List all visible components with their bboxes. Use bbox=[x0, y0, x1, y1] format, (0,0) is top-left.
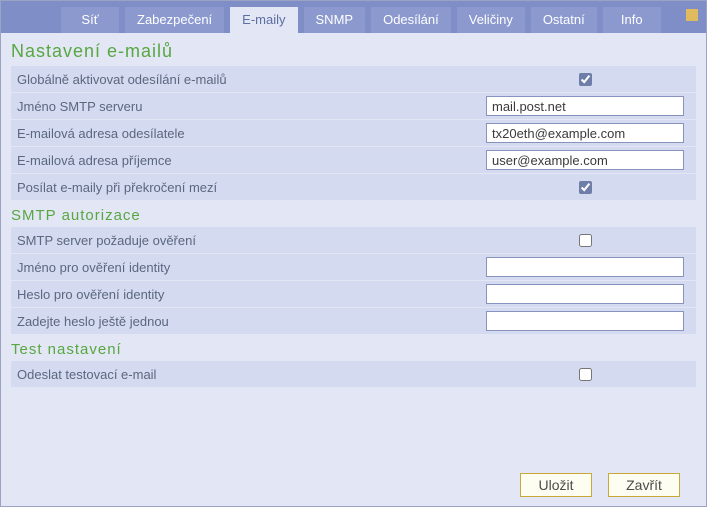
form-label: Globálně aktivovat odesílání e-mailů bbox=[17, 72, 480, 87]
form-control bbox=[480, 178, 690, 197]
checkbox-input[interactable] bbox=[579, 181, 592, 194]
tab-e-maily[interactable]: E-maily bbox=[230, 7, 297, 33]
form-row: Jméno pro ověření identity bbox=[11, 254, 696, 281]
tab-zabezpe-en-[interactable]: Zabezpečení bbox=[125, 7, 224, 33]
tab-veli-iny[interactable]: Veličiny bbox=[457, 7, 525, 33]
tab-s-[interactable]: Síť bbox=[61, 7, 119, 33]
checkbox-input[interactable] bbox=[579, 368, 592, 381]
rows-test: Odeslat testovací e-mail bbox=[11, 361, 696, 388]
text-input[interactable] bbox=[486, 150, 684, 170]
text-input[interactable] bbox=[486, 311, 684, 331]
text-input[interactable] bbox=[486, 123, 684, 143]
form-row: Heslo pro ověření identity bbox=[11, 281, 696, 308]
form-control bbox=[480, 123, 690, 143]
form-label: E-mailová adresa příjemce bbox=[17, 153, 480, 168]
form-label: SMTP server požaduje ověření bbox=[17, 233, 480, 248]
form-control bbox=[480, 150, 690, 170]
footer: Uložit Zavřít bbox=[1, 464, 706, 506]
form-control bbox=[480, 311, 690, 331]
text-input[interactable] bbox=[486, 257, 684, 277]
form-row: Posílat e-maily při překročení mezí bbox=[11, 174, 696, 201]
tab-snmp[interactable]: SNMP bbox=[304, 7, 366, 33]
section-title-auth: SMTP autorizace bbox=[11, 207, 696, 224]
text-input[interactable] bbox=[486, 284, 684, 304]
tab-info[interactable]: Info bbox=[603, 7, 661, 33]
text-input[interactable] bbox=[486, 96, 684, 116]
save-button[interactable]: Uložit bbox=[520, 473, 592, 497]
checkbox-input[interactable] bbox=[579, 73, 592, 86]
form-control bbox=[480, 365, 690, 384]
form-label: Jméno SMTP serveru bbox=[17, 99, 480, 114]
checkbox-input[interactable] bbox=[579, 234, 592, 247]
form-control bbox=[480, 231, 690, 250]
close-button[interactable]: Zavřít bbox=[608, 473, 680, 497]
form-control bbox=[480, 257, 690, 277]
form-row: E-mailová adresa odesílatele bbox=[11, 120, 696, 147]
tab-ostatn-[interactable]: Ostatní bbox=[531, 7, 597, 33]
form-row: Odeslat testovací e-mail bbox=[11, 361, 696, 388]
form-row: Jméno SMTP serveru bbox=[11, 93, 696, 120]
form-row: SMTP server požaduje ověření bbox=[11, 227, 696, 254]
content-area: Nastavení e-mailů Globálně aktivovat ode… bbox=[1, 33, 706, 464]
tab-bar: SíťZabezpečeníE-maily SNMPOdesíláníVeliči… bbox=[1, 1, 706, 33]
window-corner-marker bbox=[686, 9, 698, 21]
rows-main: Globálně aktivovat odesílání e-mailů Jmén… bbox=[11, 66, 696, 201]
tab-odes-l-n-[interactable]: Odesílání bbox=[371, 7, 451, 33]
form-label: Odeslat testovací e-mail bbox=[17, 367, 480, 382]
form-control bbox=[480, 284, 690, 304]
section-title-emails: Nastavení e-mailů bbox=[11, 41, 696, 62]
form-control bbox=[480, 70, 690, 89]
form-label: E-mailová adresa odesílatele bbox=[17, 126, 480, 141]
form-label: Heslo pro ověření identity bbox=[17, 287, 480, 302]
form-row: E-mailová adresa příjemce bbox=[11, 147, 696, 174]
form-label: Jméno pro ověření identity bbox=[17, 260, 480, 275]
form-label: Zadejte heslo ještě jednou bbox=[17, 314, 480, 329]
form-control bbox=[480, 96, 690, 116]
form-row: Globálně aktivovat odesílání e-mailů bbox=[11, 66, 696, 93]
config-window: SíťZabezpečeníE-maily SNMPOdesíláníVeliči… bbox=[0, 0, 707, 507]
form-label: Posílat e-maily při překročení mezí bbox=[17, 180, 480, 195]
form-row: Zadejte heslo ještě jednou bbox=[11, 308, 696, 335]
section-title-test: Test nastavení bbox=[11, 341, 696, 358]
rows-auth: SMTP server požaduje ověření Jméno pro ov… bbox=[11, 227, 696, 335]
